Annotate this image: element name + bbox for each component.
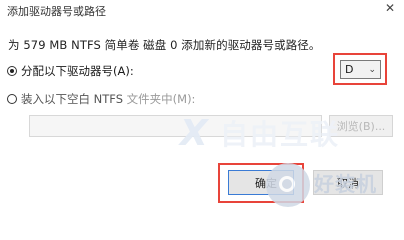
chevron-down-icon: ⌄ xyxy=(368,64,376,75)
watermark-brand-text: 自由互联 xyxy=(220,118,341,151)
watermark-camera-icon xyxy=(266,163,310,207)
drive-letter-value: D xyxy=(345,63,354,76)
drive-letter-dropdown[interactable]: D ⌄ xyxy=(340,60,381,79)
mount-folder-label: 装入以下空白 NTFS 文件夹中(M): xyxy=(21,91,195,107)
mount-folder-radio[interactable] xyxy=(7,94,17,104)
mount-folder-option[interactable]: 装入以下空白 NTFS 文件夹中(M): xyxy=(7,91,195,107)
watermark-site-text: 好装机 xyxy=(314,172,377,196)
mount-folder-label-prefix: 装入以下空白 NTFS xyxy=(21,92,123,106)
assign-letter-radio[interactable] xyxy=(7,66,17,76)
add-drive-letter-dialog: 添加驱动器号或路径 ✕ 为 579 MB NTFS 简单卷 磁盘 0 添加新的驱… xyxy=(0,0,404,211)
close-button[interactable]: ✕ xyxy=(382,1,398,15)
dialog-title: 添加驱动器号或路径 xyxy=(7,5,106,18)
mount-folder-label-suffix: 文件夹中(M): xyxy=(123,92,196,106)
dialog-description: 为 579 MB NTFS 简单卷 磁盘 0 添加新的驱动器号或路径。 xyxy=(8,38,321,52)
assign-letter-option[interactable]: 分配以下驱动器号(A): xyxy=(7,63,134,79)
assign-letter-label: 分配以下驱动器号(A): xyxy=(21,64,134,78)
watermark-logo-icon: X xyxy=(180,113,208,154)
